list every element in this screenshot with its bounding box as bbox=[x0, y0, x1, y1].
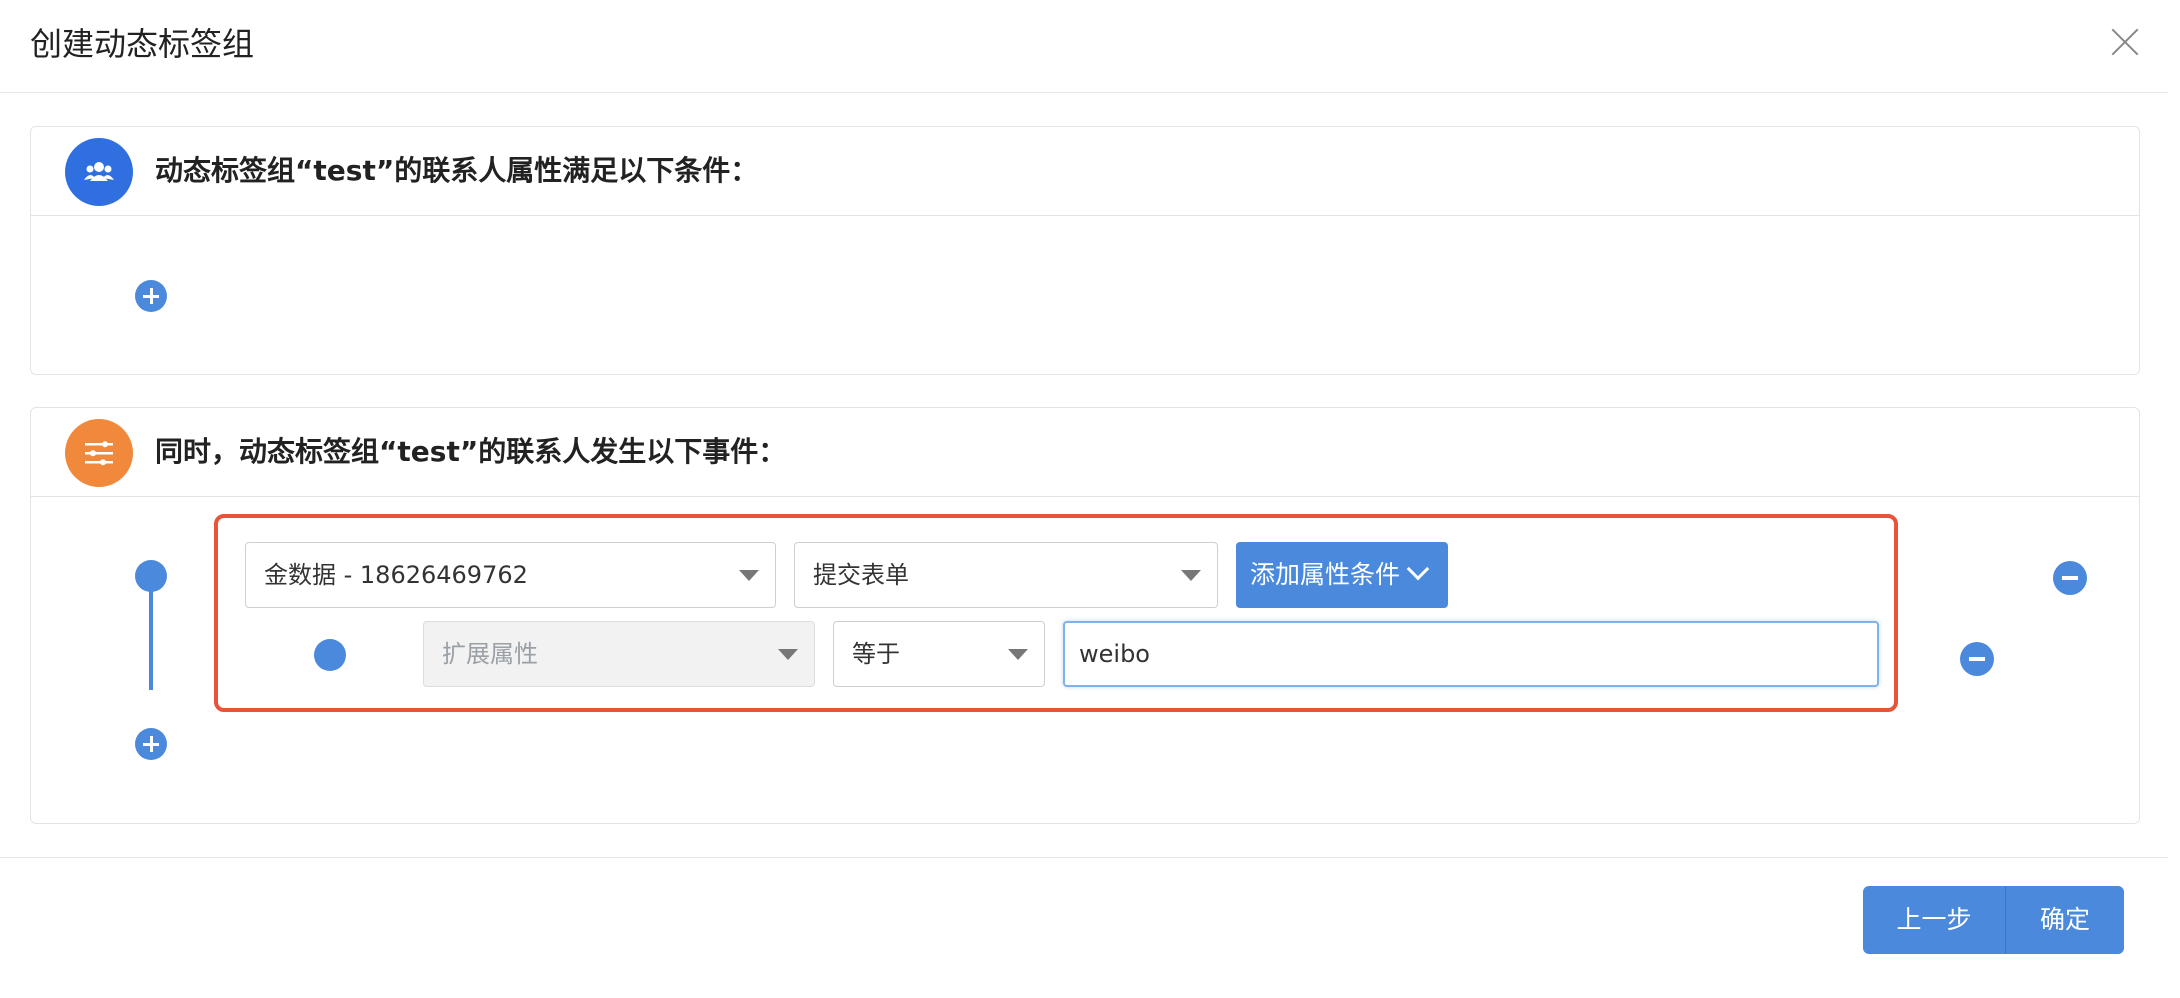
dialog-footer: 上一步 确定 bbox=[0, 857, 2168, 979]
sliders-icon bbox=[65, 419, 133, 487]
event-section-title: 同时，动态标签组“test”的联系人发生以下事件： bbox=[155, 435, 787, 468]
event-conditions-section: 同时，动态标签组“test”的联系人发生以下事件： 金数据 - 18626469… bbox=[30, 407, 2140, 824]
attribute-select[interactable]: 扩展属性 bbox=[423, 621, 815, 687]
add-attribute-condition-label: 添加属性条件 bbox=[1250, 560, 1401, 589]
close-icon[interactable] bbox=[2106, 22, 2146, 62]
timeline-line bbox=[149, 580, 153, 690]
condition-value-input[interactable] bbox=[1063, 621, 1879, 687]
chevron-down-icon bbox=[778, 649, 798, 660]
chevron-down-icon bbox=[1181, 570, 1201, 581]
add-attribute-condition-plus-icon[interactable] bbox=[135, 280, 167, 312]
event-type-value: 提交表单 bbox=[813, 561, 909, 589]
remove-condition-minus-icon[interactable] bbox=[1960, 642, 1994, 676]
event-source-select[interactable]: 金数据 - 18626469762 bbox=[245, 542, 776, 608]
event-source-value: 金数据 - 18626469762 bbox=[264, 561, 528, 589]
operator-select[interactable]: 等于 bbox=[833, 621, 1045, 687]
attribute-section-header: 动态标签组“test”的联系人属性满足以下条件： bbox=[31, 127, 2139, 216]
dialog-title: 创建动态标签组 bbox=[30, 25, 255, 63]
create-dynamic-tag-group-dialog: 创建动态标签组 动态标签组“test”的联系人属性满足以下条件： 同时，动态标签… bbox=[0, 0, 2168, 978]
users-icon bbox=[65, 138, 133, 206]
chevron-down-icon bbox=[739, 570, 759, 581]
footer-button-group: 上一步 确定 bbox=[1863, 886, 2124, 954]
attribute-conditions-section: 动态标签组“test”的联系人属性满足以下条件： bbox=[30, 126, 2140, 375]
event-type-select[interactable]: 提交表单 bbox=[794, 542, 1218, 608]
add-attribute-condition-button[interactable]: 添加属性条件 bbox=[1236, 542, 1448, 608]
attribute-select-value: 扩展属性 bbox=[442, 640, 538, 668]
add-event-plus-icon[interactable] bbox=[135, 728, 167, 760]
confirm-button[interactable]: 确定 bbox=[2006, 886, 2124, 954]
chevron-down-icon bbox=[1008, 649, 1028, 660]
chevron-down-icon bbox=[1406, 557, 1430, 581]
dialog-header: 创建动态标签组 bbox=[0, 0, 2168, 93]
operator-select-value: 等于 bbox=[852, 640, 900, 668]
condition-row-dot bbox=[314, 639, 346, 671]
previous-step-button[interactable]: 上一步 bbox=[1863, 886, 2006, 954]
remove-event-minus-icon[interactable] bbox=[2053, 561, 2087, 595]
attribute-section-title: 动态标签组“test”的联系人属性满足以下条件： bbox=[155, 154, 759, 187]
event-section-header: 同时，动态标签组“test”的联系人发生以下事件： bbox=[31, 408, 2139, 497]
